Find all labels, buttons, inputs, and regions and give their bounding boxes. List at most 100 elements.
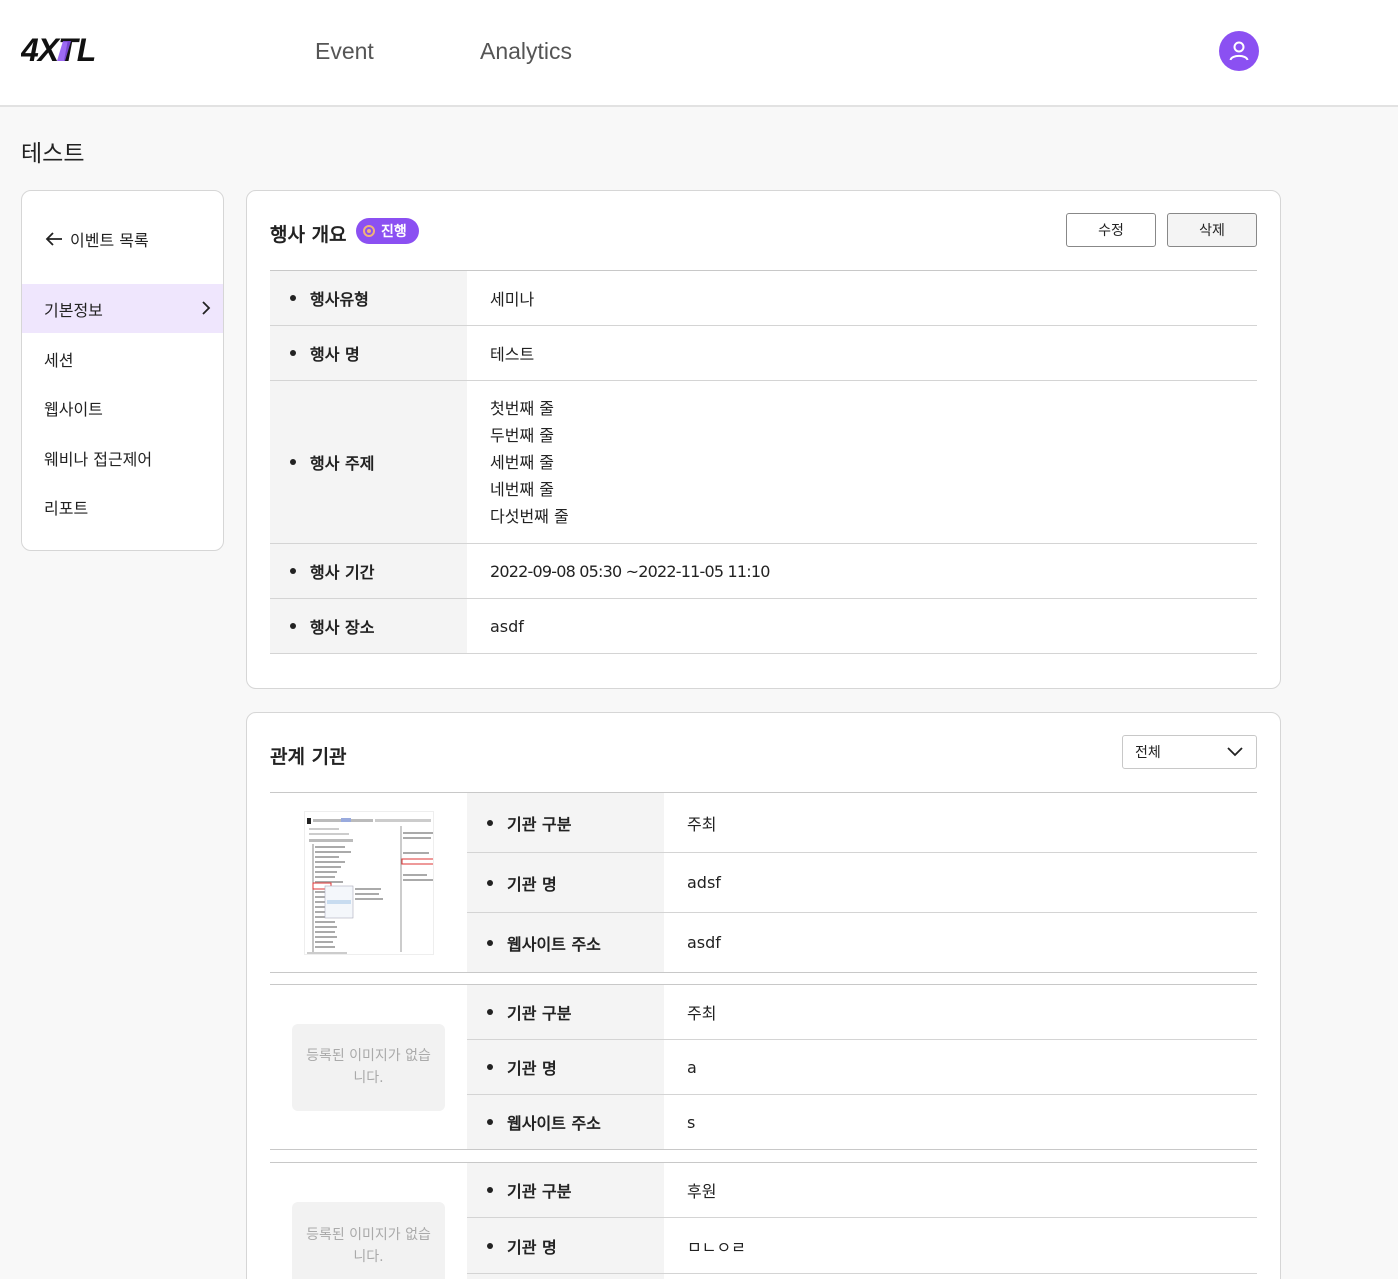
event-topic-value: 첫번째 줄 두번째 줄 세번째 줄 네번째 줄 다섯번째 줄 bbox=[467, 381, 1257, 543]
bullet-icon bbox=[487, 1064, 493, 1070]
back-to-event-list-link[interactable]: 이벤트 목록 bbox=[44, 227, 149, 251]
sidebar: 이벤트 목록 기본정보 세션 웹사이트 웨비나 접근제어 리포트 bbox=[21, 190, 224, 551]
event-type-value: 세미나 bbox=[490, 290, 535, 309]
table-row: 행사 장소 asdf bbox=[270, 599, 1257, 654]
bullet-icon bbox=[487, 1187, 493, 1193]
org-category-value: 주최 bbox=[687, 814, 717, 834]
field-label: 행사유형 bbox=[310, 290, 369, 309]
org-category-value: 주최 bbox=[687, 1004, 717, 1023]
chevron-down-icon bbox=[1227, 747, 1243, 757]
bullet-icon bbox=[487, 819, 493, 826]
field-label: 행사 명 bbox=[310, 345, 360, 364]
field-label: 기관 명 bbox=[507, 1059, 557, 1078]
event-name-value: 테스트 bbox=[490, 345, 535, 364]
field-label: 기관 명 bbox=[507, 1237, 557, 1257]
sidebar-item-website[interactable]: 웹사이트 bbox=[22, 383, 223, 432]
status-badge-label: 진행 bbox=[381, 224, 407, 240]
field-label: 행사 기간 bbox=[310, 563, 375, 582]
back-link-label: 이벤트 목록 bbox=[70, 231, 149, 250]
topic-line: 두번째 줄 bbox=[490, 425, 554, 445]
field-label: 기관 구분 bbox=[507, 814, 572, 834]
org-item: 등록된 이미지가 없습니다. 기관 구분 후원 기관 명 ㅁㄴㅇㄹ bbox=[270, 1162, 1257, 1279]
org-category-value: 후원 bbox=[687, 1182, 717, 1201]
row-header: 기관 구분 bbox=[467, 793, 664, 852]
row-header: 행사 주제 bbox=[270, 381, 467, 543]
select-value: 전체 bbox=[1135, 745, 1161, 761]
user-avatar-button[interactable] bbox=[1219, 31, 1259, 71]
overview-table: 행사유형 세미나 행사 명 테스트 행사 주제 첫번째 줄 두번째 줄 세번째 … bbox=[270, 270, 1257, 654]
related-orgs-card: 관계 기관 전체 기관 구분 주최 기관 명 adsf 웹사이트 주소 asdf… bbox=[246, 712, 1281, 1279]
org-rows: 기관 구분 주최 기관 명 adsf 웹사이트 주소 asdf bbox=[467, 793, 1257, 972]
row-header: 기관 명 bbox=[467, 853, 664, 912]
nav-analytics[interactable]: Analytics bbox=[480, 38, 572, 65]
table-row: 기관 명 ㅁㄴㅇㄹ bbox=[467, 1218, 1257, 1274]
org-rows: 기관 구분 주최 기관 명 a 웹사이트 주소 s bbox=[467, 985, 1257, 1149]
field-label: 웹사이트 주소 bbox=[507, 934, 601, 954]
row-header: 웹사이트 주소 bbox=[467, 913, 664, 972]
bullet-icon bbox=[487, 1242, 493, 1249]
nav-event[interactable]: Event bbox=[315, 38, 374, 65]
bullet-icon bbox=[487, 879, 493, 886]
org-item: 등록된 이미지가 없습니다. 기관 구분 주최 기관 명 a 웹사이트 주소 s bbox=[270, 984, 1257, 1150]
event-period-value: 2022-09-08 05:30 ~2022-11-05 11:10 bbox=[490, 561, 770, 581]
row-header: 행사 기간 bbox=[270, 544, 467, 598]
field-label: 웹사이트 주소 bbox=[507, 1114, 601, 1133]
table-row: 기관 구분 주최 bbox=[467, 793, 1257, 853]
org-rows: 기관 구분 후원 기관 명 ㅁㄴㅇㄹ bbox=[467, 1163, 1257, 1279]
topic-line: 세번째 줄 bbox=[490, 452, 554, 472]
org-image-cell bbox=[270, 793, 467, 972]
sidebar-item-basic-info[interactable]: 기본정보 bbox=[22, 284, 223, 333]
org-item: 기관 구분 주최 기관 명 adsf 웹사이트 주소 asdf bbox=[270, 792, 1257, 973]
sidebar-item-webinar-access[interactable]: 웨비나 접근제어 bbox=[22, 433, 223, 482]
overview-card: 행사 개요 진행 수정 삭제 행사유형 세미나 행사 명 테스트 행사 주제 첫… bbox=[246, 190, 1281, 689]
bullet-icon bbox=[290, 350, 296, 356]
topic-line: 첫번째 줄 bbox=[490, 398, 554, 418]
table-row: 웹사이트 주소 s bbox=[467, 1095, 1257, 1149]
org-website-value: s bbox=[687, 1112, 696, 1132]
sidebar-item-label: 리포트 bbox=[44, 498, 89, 518]
table-row: 웹사이트 주소 asdf bbox=[467, 913, 1257, 972]
table-row bbox=[467, 1274, 1257, 1279]
edit-button[interactable]: 수정 bbox=[1066, 213, 1156, 247]
arrow-left-icon bbox=[45, 232, 62, 246]
sidebar-item-label: 웨비나 접근제어 bbox=[44, 449, 153, 469]
field-label: 기관 명 bbox=[507, 874, 557, 894]
org-filter-select[interactable]: 전체 bbox=[1122, 735, 1257, 769]
bullet-icon bbox=[290, 459, 296, 465]
row-header: 행사유형 bbox=[270, 271, 467, 325]
table-row: 기관 구분 주최 bbox=[467, 985, 1257, 1040]
org-logo-image bbox=[303, 810, 434, 955]
overview-title: 행사 개요 bbox=[270, 224, 347, 246]
org-name-value: adsf bbox=[687, 873, 721, 892]
sidebar-item-label: 세션 bbox=[44, 350, 74, 370]
table-row: 기관 구분 후원 bbox=[467, 1163, 1257, 1218]
bullet-icon bbox=[290, 295, 296, 301]
row-header: 기관 명 bbox=[467, 1218, 664, 1273]
org-website-value: asdf bbox=[687, 933, 721, 952]
sidebar-item-label: 기본정보 bbox=[44, 300, 103, 320]
user-icon bbox=[1229, 41, 1249, 61]
org-image-cell: 등록된 이미지가 없습니다. bbox=[270, 985, 467, 1149]
row-header: 기관 구분 bbox=[467, 985, 664, 1039]
delete-button[interactable]: 삭제 bbox=[1167, 213, 1257, 247]
logo[interactable]: 4XTL bbox=[21, 35, 137, 65]
topic-line: 네번째 줄 bbox=[490, 479, 554, 499]
table-row: 기관 명 adsf bbox=[467, 853, 1257, 913]
sidebar-item-report[interactable]: 리포트 bbox=[22, 482, 223, 531]
row-header: 행사 명 bbox=[270, 326, 467, 380]
empty-value bbox=[664, 1274, 1257, 1279]
field-label: 행사 장소 bbox=[310, 618, 375, 637]
bullet-icon bbox=[487, 1119, 493, 1125]
field-label: 기관 구분 bbox=[507, 1004, 572, 1023]
field-label: 행사 주제 bbox=[310, 454, 375, 473]
org-name-value: a bbox=[687, 1057, 697, 1077]
topic-line: 다섯번째 줄 bbox=[490, 506, 569, 526]
event-place-value: asdf bbox=[490, 616, 524, 636]
row-header: 기관 구분 bbox=[467, 1163, 664, 1217]
chevron-right-icon bbox=[202, 301, 211, 315]
bullet-icon bbox=[487, 939, 493, 946]
status-dot-icon bbox=[363, 225, 375, 237]
sidebar-item-session[interactable]: 세션 bbox=[22, 334, 223, 383]
org-name-value: ㅁㄴㅇㄹ bbox=[687, 1237, 746, 1257]
table-row: 행사 명 테스트 bbox=[270, 326, 1257, 381]
